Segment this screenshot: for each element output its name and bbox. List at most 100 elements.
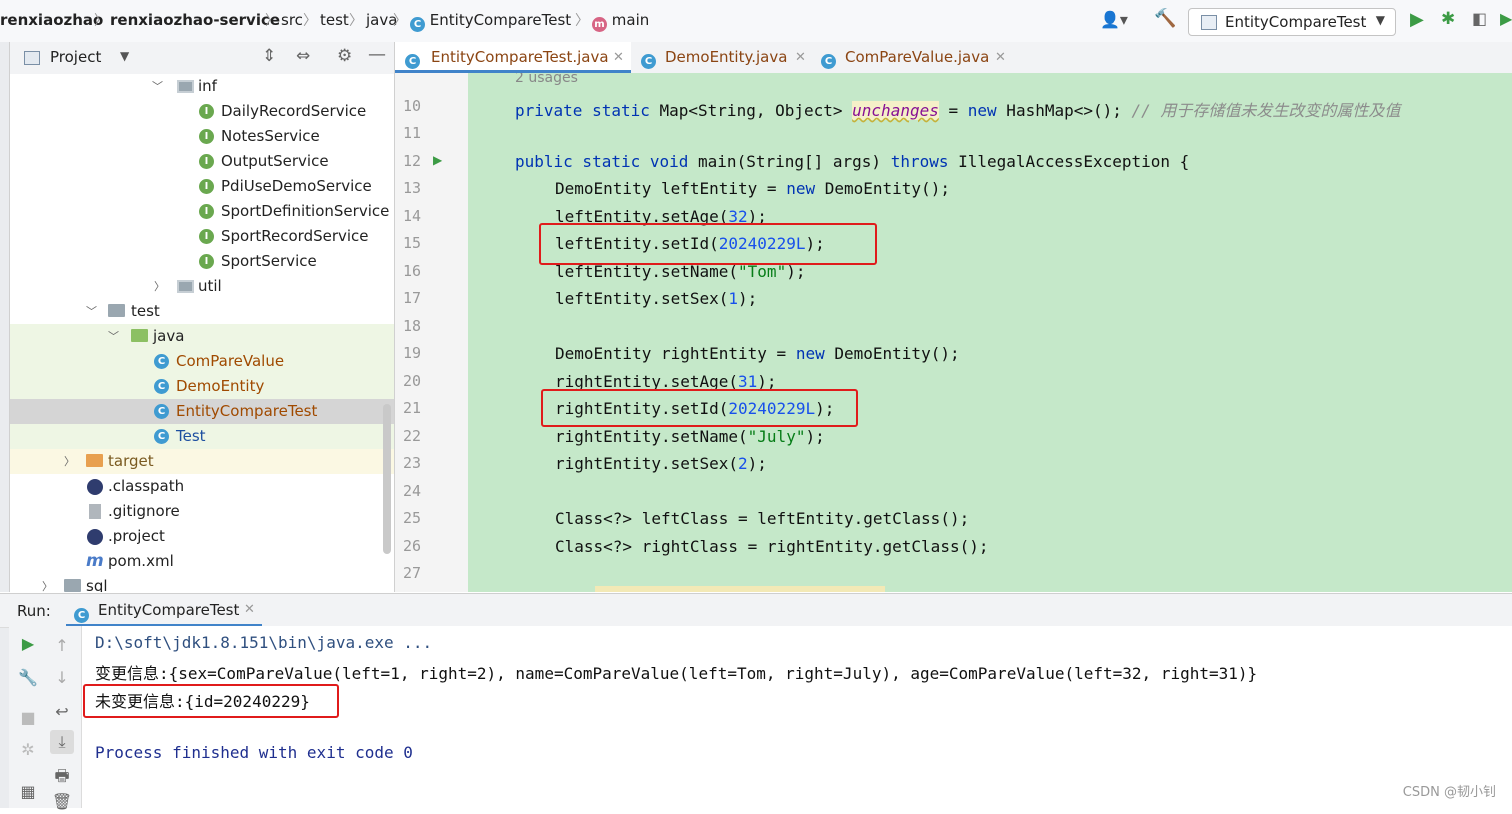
close-icon[interactable]: ✕	[795, 42, 806, 73]
breadcrumb-test[interactable]: test	[320, 11, 349, 29]
console-line-changed: 变更信息:{sex=ComPareValue(left=1, right=2),…	[95, 664, 1258, 683]
tree-item-label: OutputService	[221, 152, 329, 170]
tree-item-sportservice[interactable]: I SportService	[10, 249, 395, 274]
close-icon[interactable]: ✕	[995, 42, 1006, 73]
tree-item-gitignore[interactable]: .gitignore	[10, 499, 395, 524]
line-number: 22	[402, 427, 421, 445]
profile-icon[interactable]: ▶	[1500, 9, 1512, 28]
tree-item-comparevalue[interactable]: C ComPareValue	[10, 349, 395, 374]
chevron-down-icon[interactable]: ﹀	[152, 74, 163, 99]
chevron-right-icon[interactable]: 〉	[42, 574, 53, 592]
arrow-down-icon[interactable]: ↓	[50, 666, 74, 690]
project-panel-header: Project ▼ ⇕ ⇔ ⚙ —	[10, 42, 394, 75]
tree-item-pdiusedemoservice[interactable]: I PdiUseDemoService	[10, 174, 395, 199]
tree-item-demoentity[interactable]: C DemoEntity	[10, 374, 395, 399]
arrow-up-icon[interactable]: ↑	[50, 634, 74, 658]
chevron-down-icon[interactable]: ▼	[120, 49, 129, 63]
tree-item-label: PdiUseDemoService	[221, 177, 372, 195]
project-scrollbar[interactable]	[383, 404, 391, 554]
code-token: main(String[] args)	[698, 152, 891, 171]
tree-item-test[interactable]: ﹀ test	[10, 299, 395, 324]
breadcrumb-separator: 〉	[393, 13, 407, 29]
tree-item-classpath[interactable]: .classpath	[10, 474, 395, 499]
scroll-to-end-icon[interactable]: ⤓	[50, 730, 74, 754]
hide-panel-icon[interactable]: —	[368, 44, 386, 65]
breadcrumb-module[interactable]: renxiaozhao-service	[110, 11, 280, 29]
project-panel-title[interactable]: Project	[50, 48, 101, 66]
tree-item-project[interactable]: .project	[10, 524, 395, 549]
source-folder-icon	[131, 329, 148, 342]
tab-demoentity[interactable]: C DemoEntity.java ✕	[631, 42, 809, 73]
tab-comparevalue[interactable]: C ComPareValue.java ✕	[809, 42, 1009, 73]
tree-item-java[interactable]: ﹀ java	[10, 324, 395, 349]
print-icon[interactable]: 🖶	[50, 764, 74, 788]
tree-item-target[interactable]: 〉 target	[10, 449, 395, 474]
layout-icon[interactable]: ▦	[16, 780, 40, 804]
chevron-right-icon[interactable]: 〉	[64, 449, 75, 474]
restore-layout-icon[interactable]: ✲	[16, 738, 40, 762]
debug-bug-icon[interactable]: ✱	[1441, 9, 1455, 29]
tree-item-label: java	[153, 327, 185, 345]
code-token: =	[938, 101, 968, 120]
wrench-icon[interactable]: 🔧	[16, 666, 40, 690]
collapse-all-icon[interactable]: ⇔	[296, 46, 310, 66]
close-icon[interactable]: ✕	[613, 42, 624, 73]
line-number: 16	[402, 262, 421, 280]
chevron-down-icon[interactable]: ﹀	[86, 299, 97, 324]
annotation-box	[83, 684, 339, 718]
tree-item-util[interactable]: 〉 util	[10, 274, 395, 299]
interface-icon: I	[199, 154, 214, 169]
git-file-icon	[89, 504, 101, 519]
class-icon: C	[821, 54, 836, 69]
tree-item-label: Test	[176, 427, 206, 445]
maven-icon: m	[86, 551, 104, 571]
excluded-folder-icon	[86, 454, 103, 467]
run-gutter-icon[interactable]: ▶	[433, 153, 442, 167]
tree-item-inf[interactable]: ﹀ inf	[10, 74, 395, 99]
tree-item-entitycomparetest[interactable]: C EntityCompareTest	[10, 399, 395, 424]
tree-item-label: .project	[108, 527, 165, 545]
usages-hint[interactable]: 2 usages	[515, 73, 578, 86]
console-output[interactable]: D:\soft\jdk1.8.151\bin\java.exe ... 变更信息…	[82, 626, 1512, 808]
stop-icon[interactable]: ■	[16, 706, 40, 730]
run-icon[interactable]: ▶	[1410, 9, 1424, 30]
chevron-right-icon[interactable]: 〉	[154, 274, 165, 299]
rerun-icon[interactable]: ▶	[16, 632, 40, 656]
trash-icon[interactable]: 🗑	[50, 790, 74, 814]
tab-run-entitycomparetest[interactable]: C EntityCompareTest ✕	[66, 594, 262, 627]
run-configuration-select[interactable]: EntityCompareTest ▼	[1188, 8, 1396, 36]
project-view-icon	[24, 51, 40, 65]
breadcrumb-src[interactable]: src	[281, 11, 303, 29]
tree-item-notesservice[interactable]: I NotesService	[10, 124, 395, 149]
tree-item-outputservice[interactable]: I OutputService	[10, 149, 395, 174]
expand-all-icon[interactable]: ⇕	[262, 46, 276, 66]
tree-item-label: DailyRecordService	[221, 102, 367, 120]
code-editor[interactable]: 2 usages private static Map<String, Obje…	[468, 73, 1512, 592]
code-line-17: leftEntity.setSex(1);	[555, 289, 757, 308]
close-icon[interactable]: ✕	[244, 602, 255, 617]
tab-entitycomparetest[interactable]: C EntityCompareTest.java ✕	[395, 42, 631, 73]
tree-item-label: DemoEntity	[176, 377, 265, 395]
tree-item-test-class[interactable]: C Test	[10, 424, 395, 449]
annotation-box	[541, 389, 858, 427]
coverage-icon[interactable]: ◧	[1472, 9, 1487, 28]
breadcrumb-class[interactable]: C EntityCompareTest	[410, 11, 571, 32]
chevron-down-icon[interactable]: ﹀	[108, 324, 119, 349]
vcs-user-icon[interactable]: 👤▾	[1100, 10, 1128, 29]
tree-item-label: inf	[198, 77, 217, 95]
build-hammer-icon[interactable]: 🔨	[1154, 8, 1176, 29]
editor-gutter[interactable]: 10 11 12 ▶ 13 14 15 16 17 18 19 20 21 22…	[395, 73, 468, 592]
tree-item-sql[interactable]: 〉 sql	[10, 574, 395, 592]
tree-item-sportrecordservice[interactable]: I SportRecordService	[10, 224, 395, 249]
breadcrumb-project[interactable]: renxiaozhao	[0, 11, 103, 29]
soft-wrap-icon[interactable]: ↩	[50, 700, 74, 724]
gear-icon[interactable]: ⚙	[337, 46, 352, 66]
code-token: unchanges	[852, 101, 939, 120]
breadcrumb-method[interactable]: m main	[592, 11, 649, 32]
tree-item-pom[interactable]: m pom.xml	[10, 549, 395, 574]
folder-icon	[64, 579, 81, 592]
tree-item-dailyrecordservice[interactable]: I DailyRecordService	[10, 99, 395, 124]
code-token: 1	[728, 289, 739, 308]
tree-item-sportdefinitionservice[interactable]: I SportDefinitionService	[10, 199, 395, 224]
class-icon: C	[154, 354, 169, 369]
